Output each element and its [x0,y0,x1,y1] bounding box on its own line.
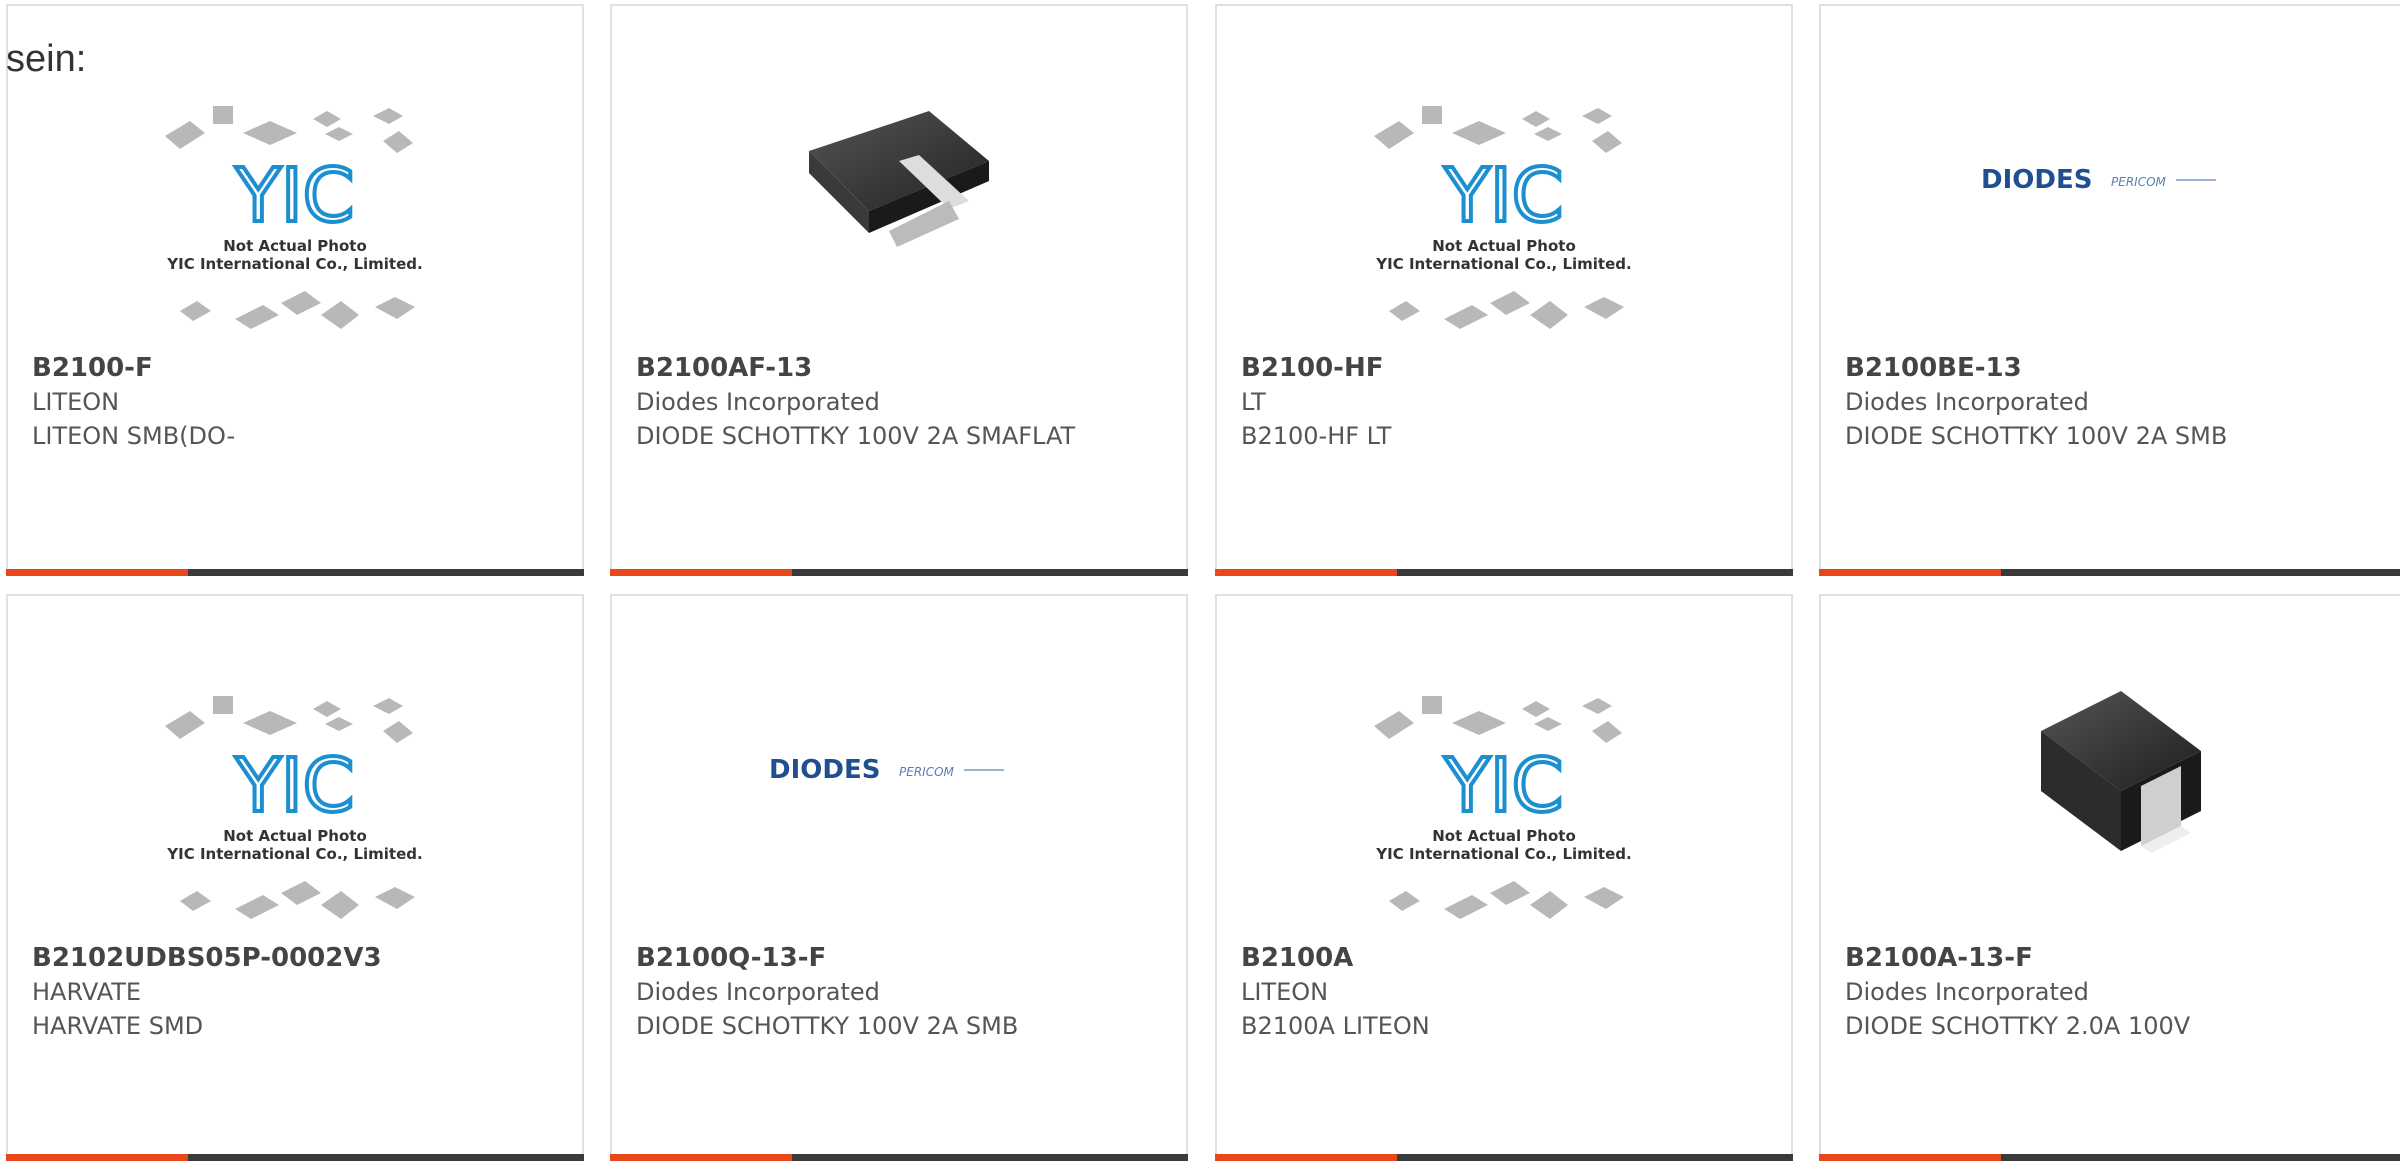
part-number[interactable]: B2100BE-13 [1845,351,2384,385]
description: B2100-HF LT [1241,422,1392,450]
svg-text:YIC International Co., Limited: YIC International Co., Limited. [166,845,422,863]
svg-text:PERICOM: PERICOM [2111,175,2167,189]
description: LITEON SMB(DO- [32,422,236,450]
product-image [612,61,1186,351]
svg-text:YIC International Co., Limited: YIC International Co., Limited. [1375,845,1631,863]
manufacturer: LITEON [1241,978,1329,1006]
manufacturer: Diodes Incorporated [636,978,880,1006]
product-image: DIODES PERICOM [612,651,1186,941]
svg-text:PERICOM: PERICOM [899,765,955,779]
svg-text:Not Actual Photo: Not Actual Photo [223,827,367,845]
card-bar [6,569,584,576]
manufacturer: Diodes Incorporated [1845,388,2089,416]
description: B2100A LITEON [1241,1012,1430,1040]
description: HARVATE SMD [32,1012,204,1040]
yic-logo: YIC [235,743,355,829]
product-image [1821,651,2400,941]
part-number[interactable]: B2100-HF [1241,351,1775,385]
part-number[interactable]: B2100A [1241,941,1775,975]
manufacturer: Diodes Incorporated [1845,978,2089,1006]
manufacturer: Diodes Incorporated [636,388,880,416]
product-card[interactable]: B2100A-13-F Diodes Incorporated DIODE SC… [1819,594,2400,1161]
intro-text: sein: [6,38,87,80]
product-card[interactable]: YIC Not Actual Photo YIC International C… [6,4,584,576]
part-number[interactable]: B2100-F [32,351,566,385]
product-image: DIODES PERICOM [1821,61,2400,351]
card-bar [6,1154,584,1161]
part-number[interactable]: B2100AF-13 [636,351,1170,385]
svg-text:YIC International Co., Limited: YIC International Co., Limited. [166,255,422,273]
product-image: YIC Not Actual Photo YIC International C… [1217,61,1791,351]
card-bar [1819,569,2400,576]
yic-logo: YIC [1444,743,1564,829]
description: DIODE SCHOTTKY 2.0A 100V [1845,1012,2191,1040]
yic-logo: YIC [235,153,355,239]
part-number[interactable]: B2100Q-13-F [636,941,1170,975]
product-image: YIC Not Actual Photo YIC International C… [1217,651,1791,941]
product-image: YIC Not Actual Photo YIC International C… [8,61,582,351]
product-card[interactable]: YIC Not Actual Photo YIC International C… [1215,594,1793,1161]
diodes-logo: DIODES [769,755,880,785]
manufacturer: HARVATE [32,978,142,1006]
svg-text:Not Actual Photo: Not Actual Photo [1432,237,1576,255]
card-bar [1819,1154,2400,1161]
diodes-logo: DIODES [1981,165,2092,195]
product-card[interactable]: YIC Not Actual Photo YIC International C… [1215,4,1793,576]
product-card[interactable]: DIODES PERICOM B2100BE-13 Diodes Incorpo… [1819,4,2400,576]
svg-text:Not Actual Photo: Not Actual Photo [223,237,367,255]
description: DIODE SCHOTTKY 100V 2A SMB [1845,422,2228,450]
description: DIODE SCHOTTKY 100V 2A SMAFLAT [636,422,1076,450]
card-bar [610,569,1188,576]
product-card[interactable]: YIC Not Actual Photo YIC International C… [6,594,584,1161]
part-number[interactable]: B2102UDBS05P-0002V3 [32,941,566,975]
svg-text:Not Actual Photo: Not Actual Photo [1432,827,1576,845]
part-number[interactable]: B2100A-13-F [1845,941,2384,975]
card-bar [610,1154,1188,1161]
manufacturer: LITEON [32,388,120,416]
manufacturer: LT [1241,388,1266,416]
yic-logo: YIC [1444,153,1564,239]
description: DIODE SCHOTTKY 100V 2A SMB [636,1012,1019,1040]
svg-text:YIC International Co., Limited: YIC International Co., Limited. [1375,255,1631,273]
product-image: YIC Not Actual Photo YIC International C… [8,651,582,941]
card-bar [1215,1154,1793,1161]
product-card[interactable]: DIODES PERICOM B2100Q-13-F Diodes Incorp… [610,594,1188,1161]
card-bar [1215,569,1793,576]
product-card[interactable]: B2100AF-13 Diodes Incorporated DIODE SCH… [610,4,1188,576]
